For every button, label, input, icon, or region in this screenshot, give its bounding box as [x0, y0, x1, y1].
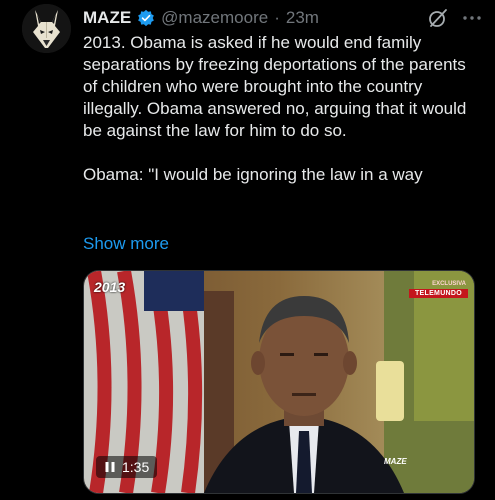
pause-icon[interactable]: [104, 461, 116, 473]
playback-control[interactable]: 1:35: [96, 456, 158, 478]
network-label: TELEMUNDO: [408, 289, 468, 298]
grok-icon[interactable]: [427, 7, 449, 29]
video-watermark: MAZE: [384, 457, 407, 466]
more-icon[interactable]: [461, 7, 483, 29]
exclusive-label: EXCLUSIVA: [432, 281, 466, 287]
video-duration: 1:35: [122, 459, 150, 475]
avatar-icon: [22, 4, 71, 53]
tweet-time[interactable]: 23m: [286, 7, 319, 29]
tweet-paragraph: 2013. Obama is asked if he would end fam…: [83, 33, 467, 140]
avatar[interactable]: [22, 4, 71, 53]
tweet-header: MAZE @mazemoore · 23m: [83, 5, 483, 31]
show-more-link[interactable]: Show more: [83, 233, 169, 255]
tweet-paragraph: Obama: "I would be ignoring the law in a…: [83, 165, 423, 184]
tweet-text: 2013. Obama is asked if he would end fam…: [83, 32, 483, 186]
separator-dot: ·: [274, 8, 280, 27]
author-handle[interactable]: @mazemoore: [161, 7, 268, 29]
verified-badge-icon: [137, 9, 155, 27]
year-badge: 2013: [94, 279, 126, 295]
video-player[interactable]: 2013 EXCLUSIVA TELEMUNDO MAZE 1:35: [83, 270, 475, 494]
tweet[interactable]: MAZE @mazemoore · 23m 2013. Obama is ask…: [0, 0, 495, 500]
display-name[interactable]: MAZE: [83, 7, 131, 29]
